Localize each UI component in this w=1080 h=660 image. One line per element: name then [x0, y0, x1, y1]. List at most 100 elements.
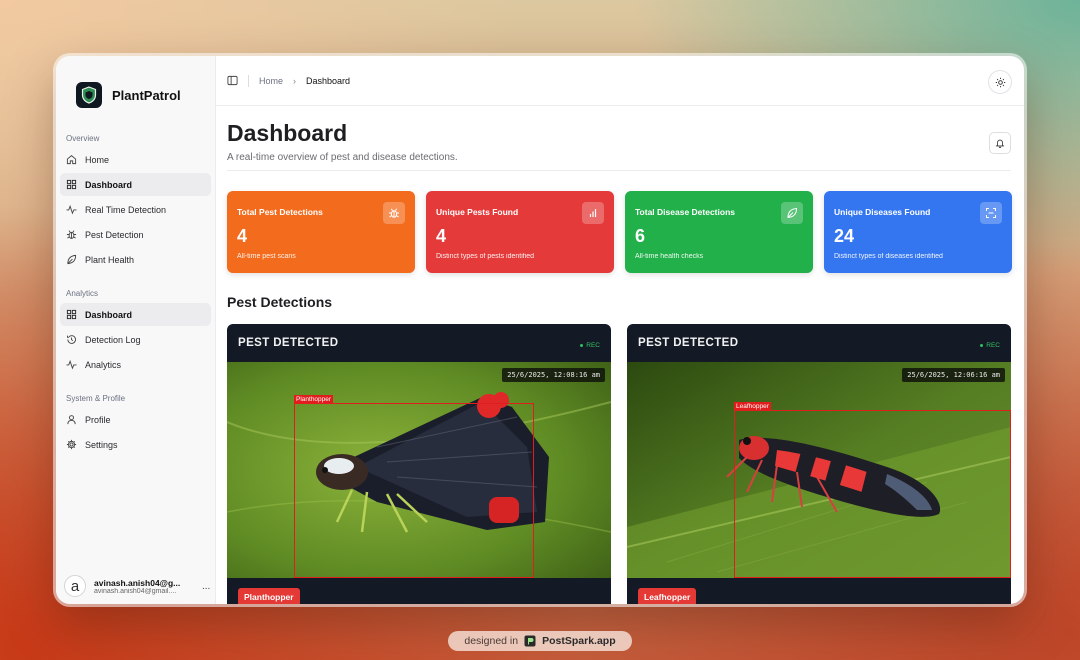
activity-icon [66, 359, 77, 370]
nav-heading: System & Profile [66, 394, 126, 403]
sidebar-item-label: Settings [85, 439, 118, 450]
rec-indicator: REC [580, 342, 600, 349]
leaf-icon [781, 202, 803, 224]
notifications-button[interactable] [989, 132, 1011, 154]
detection-photo[interactable]: 25/6/2025, 12:08:16 am Planthopper [227, 362, 611, 578]
topbar: Home › Dashboard [216, 56, 1024, 106]
rec-label: REC [986, 342, 1000, 349]
stat-card-total-disease-detections[interactable]: Total Disease Detections 6 All-time heal… [625, 191, 813, 273]
detection-bounding-box: Planthopper [294, 395, 534, 578]
leaf-icon [67, 254, 77, 265]
stat-title: Total Pest Detections [237, 207, 323, 217]
nav-section-system: System & Profile Profile Settings [56, 394, 215, 456]
stat-title: Total Disease Detections [635, 207, 735, 217]
sidebar-item-dashboard[interactable]: Dashboard [60, 173, 211, 196]
bell-icon [995, 139, 1005, 148]
detection-timestamp: 25/6/2025, 12:06:16 am [902, 368, 1005, 382]
sidebar-toggle-icon[interactable] [227, 75, 238, 86]
rec-label: REC [586, 342, 600, 349]
theme-toggle-button[interactable] [988, 70, 1012, 94]
sidebar-item-label: Plant Health [85, 254, 135, 265]
designed-in-badge[interactable]: designed in PostSpark.app [448, 631, 632, 651]
sidebar: PlantPatrol Overview Home Dashboard Real… [56, 56, 216, 604]
sidebar-item-real-time-detection[interactable]: Real Time Detection [60, 198, 211, 221]
gear-icon [66, 439, 77, 450]
sidebar-item-label: Home [85, 154, 110, 165]
postspark-logo-icon [524, 635, 536, 647]
section-title-pest-detections: Pest Detections [227, 294, 333, 310]
sidebar-item-analytics-dashboard[interactable]: Dashboard [60, 303, 211, 326]
header-divider [227, 170, 1011, 171]
stat-description: All-time health checks [635, 253, 704, 260]
nav-section-overview: Overview Home Dashboard Real Time Detect… [56, 134, 215, 271]
detection-card-header: PEST DETECTED REC [627, 324, 1011, 362]
more-icon[interactable]: ... [202, 581, 210, 592]
user-card[interactable]: a avinash.anish04@g... avinash.anish04@g… [56, 568, 216, 604]
breadcrumb-current: Dashboard [306, 75, 351, 86]
sidebar-item-home[interactable]: Home [60, 148, 211, 171]
shield-logo-icon [76, 82, 102, 108]
sun-icon [995, 77, 1005, 87]
sidebar-item-analytics[interactable]: Analytics [60, 353, 211, 376]
stat-description: Distinct types of diseases identified [834, 253, 943, 260]
stat-value: 6 [635, 226, 646, 246]
bar-chart-icon [582, 202, 604, 224]
stat-card-unique-pests[interactable]: Unique Pests Found 4 Distinct types of p… [426, 191, 614, 273]
sidebar-item-label: Pest Detection [85, 229, 144, 240]
nav-heading: Analytics [66, 289, 99, 298]
detection-photo[interactable]: 25/6/2025, 12:06:16 am Leafhopper [627, 362, 1011, 578]
detection-bounding-box: Leafhopper [734, 402, 1011, 578]
page-title: Dashboard [227, 120, 348, 146]
breadcrumb-home[interactable]: Home [259, 76, 283, 86]
nav-section-analytics: Analytics Dashboard Detection Log Analyt… [56, 289, 215, 376]
detection-cards: PEST DETECTED REC 25/6/2025, 12:08:16 am… [227, 324, 1011, 604]
nav-heading: Overview [66, 134, 100, 143]
stat-value: 4 [237, 226, 248, 246]
rec-dot-icon [580, 343, 584, 347]
rec-dot-icon [980, 343, 984, 347]
grid-icon [66, 309, 77, 320]
user-email: avinash.anish04@gmail.... [94, 587, 177, 595]
stat-value: 24 [834, 226, 855, 246]
history-icon [67, 335, 76, 344]
detection-card[interactable]: PEST DETECTED REC [227, 324, 611, 604]
sidebar-item-pest-detection[interactable]: Pest Detection [60, 223, 211, 246]
pest-name-badge: Planthopper [238, 588, 300, 604]
sidebar-item-profile[interactable]: Profile [60, 408, 211, 431]
chevron-right-icon: › [293, 75, 297, 86]
sidebar-item-label: Dashboard [85, 179, 133, 190]
sidebar-item-label: Dashboard [85, 309, 133, 320]
rec-indicator: REC [980, 342, 1000, 349]
stat-card-total-pest-detections[interactable]: Total Pest Detections 4 All-time pest sc… [227, 191, 415, 273]
sidebar-item-label: Real Time Detection [85, 204, 167, 215]
avatar: a [64, 575, 86, 597]
activity-icon [66, 204, 77, 215]
stat-title: Unique Pests Found [436, 207, 519, 217]
user-info: avinash.anish04@g... avinash.anish04@gma… [94, 578, 190, 595]
detection-card[interactable]: PEST DETECTED REC [627, 324, 1011, 604]
detection-card-header: PEST DETECTED REC [227, 324, 611, 362]
bounding-box-label: Leafhopper [734, 402, 771, 411]
page-subtitle: A real-time overview of pest and disease… [227, 152, 458, 163]
stat-title: Unique Diseases Found [834, 207, 931, 217]
sidebar-item-label: Detection Log [85, 334, 141, 345]
sidebar-item-detection-log[interactable]: Detection Log [60, 328, 211, 351]
detection-timestamp: 25/6/2025, 12:08:16 am [502, 368, 605, 382]
pest-name-badge: Leafhopper [638, 588, 697, 604]
postspark-brand: PostSpark.app [542, 635, 616, 647]
sidebar-item-plant-health[interactable]: Plant Health [60, 248, 211, 271]
detection-title: PEST DETECTED [638, 337, 739, 349]
sidebar-item-label: Analytics [85, 359, 122, 370]
app-name: PlantPatrol [112, 87, 181, 103]
bug-icon [383, 202, 405, 224]
breadcrumb: Home › Dashboard [259, 76, 350, 86]
detection-title: PEST DETECTED [238, 337, 339, 349]
home-icon [66, 155, 77, 165]
sidebar-item-settings[interactable]: Settings [60, 433, 211, 456]
bounding-box-label: Planthopper [294, 395, 334, 404]
divider [248, 74, 249, 87]
designed-in-text: designed in [464, 635, 519, 647]
brand[interactable]: PlantPatrol [56, 56, 215, 116]
stat-value: 4 [436, 226, 447, 246]
stat-card-unique-diseases[interactable]: Unique Diseases Found 24 Distinct types … [824, 191, 1012, 273]
